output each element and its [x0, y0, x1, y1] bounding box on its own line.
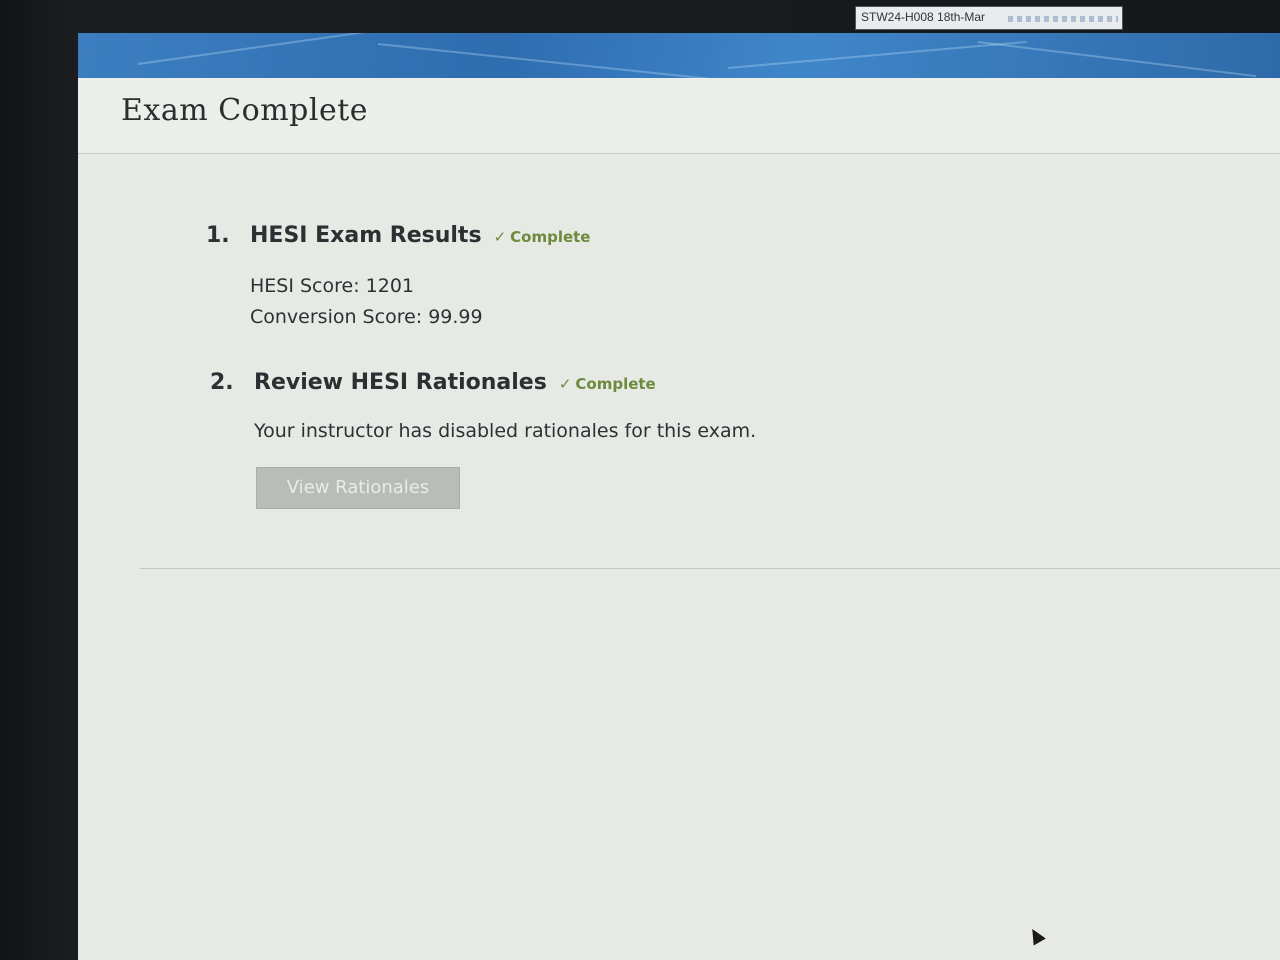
top-label-strip: STW24-H008 18th-Mar [855, 6, 1123, 30]
status-complete: ✓ Complete [494, 228, 591, 246]
step-number: 2. [210, 370, 234, 395]
step-rationales-heading: 2. Review HESI Rationales ✓ Complete [210, 370, 656, 395]
banner-decoration [377, 43, 717, 81]
check-icon: ✓ [493, 228, 507, 246]
header-banner [78, 33, 1280, 81]
step-title: Review HESI Rationales [254, 370, 547, 395]
check-icon: ✓ [558, 375, 572, 393]
conversion-score: Conversion Score: 99.99 [250, 306, 483, 328]
banner-decoration [137, 33, 396, 65]
status-complete: ✓ Complete [559, 375, 656, 393]
exam-screen: Exam Complete 1. HESI Exam Results ✓ Comple… [78, 33, 1280, 960]
banner-decoration [977, 41, 1257, 78]
section-divider [140, 568, 1280, 569]
page-title: Exam Complete [121, 93, 369, 128]
status-label: Complete [575, 375, 656, 393]
step-results-heading: 1. HESI Exam Results ✓ Complete [206, 223, 590, 248]
step-number: 1. [206, 223, 230, 248]
banner-decoration [727, 40, 1027, 69]
step-title: HESI Exam Results [250, 223, 482, 248]
view-rationales-button[interactable]: View Rationales [256, 467, 460, 509]
rationales-disabled-message: Your instructor has disabled rationales … [254, 420, 757, 442]
top-label-text: STW24-H008 18th-Mar [861, 10, 986, 24]
title-bar: Exam Complete [78, 78, 1280, 154]
top-strip-decoration [1008, 16, 1118, 22]
status-label: Complete [510, 228, 591, 246]
hesi-score: HESI Score: 1201 [250, 275, 415, 297]
